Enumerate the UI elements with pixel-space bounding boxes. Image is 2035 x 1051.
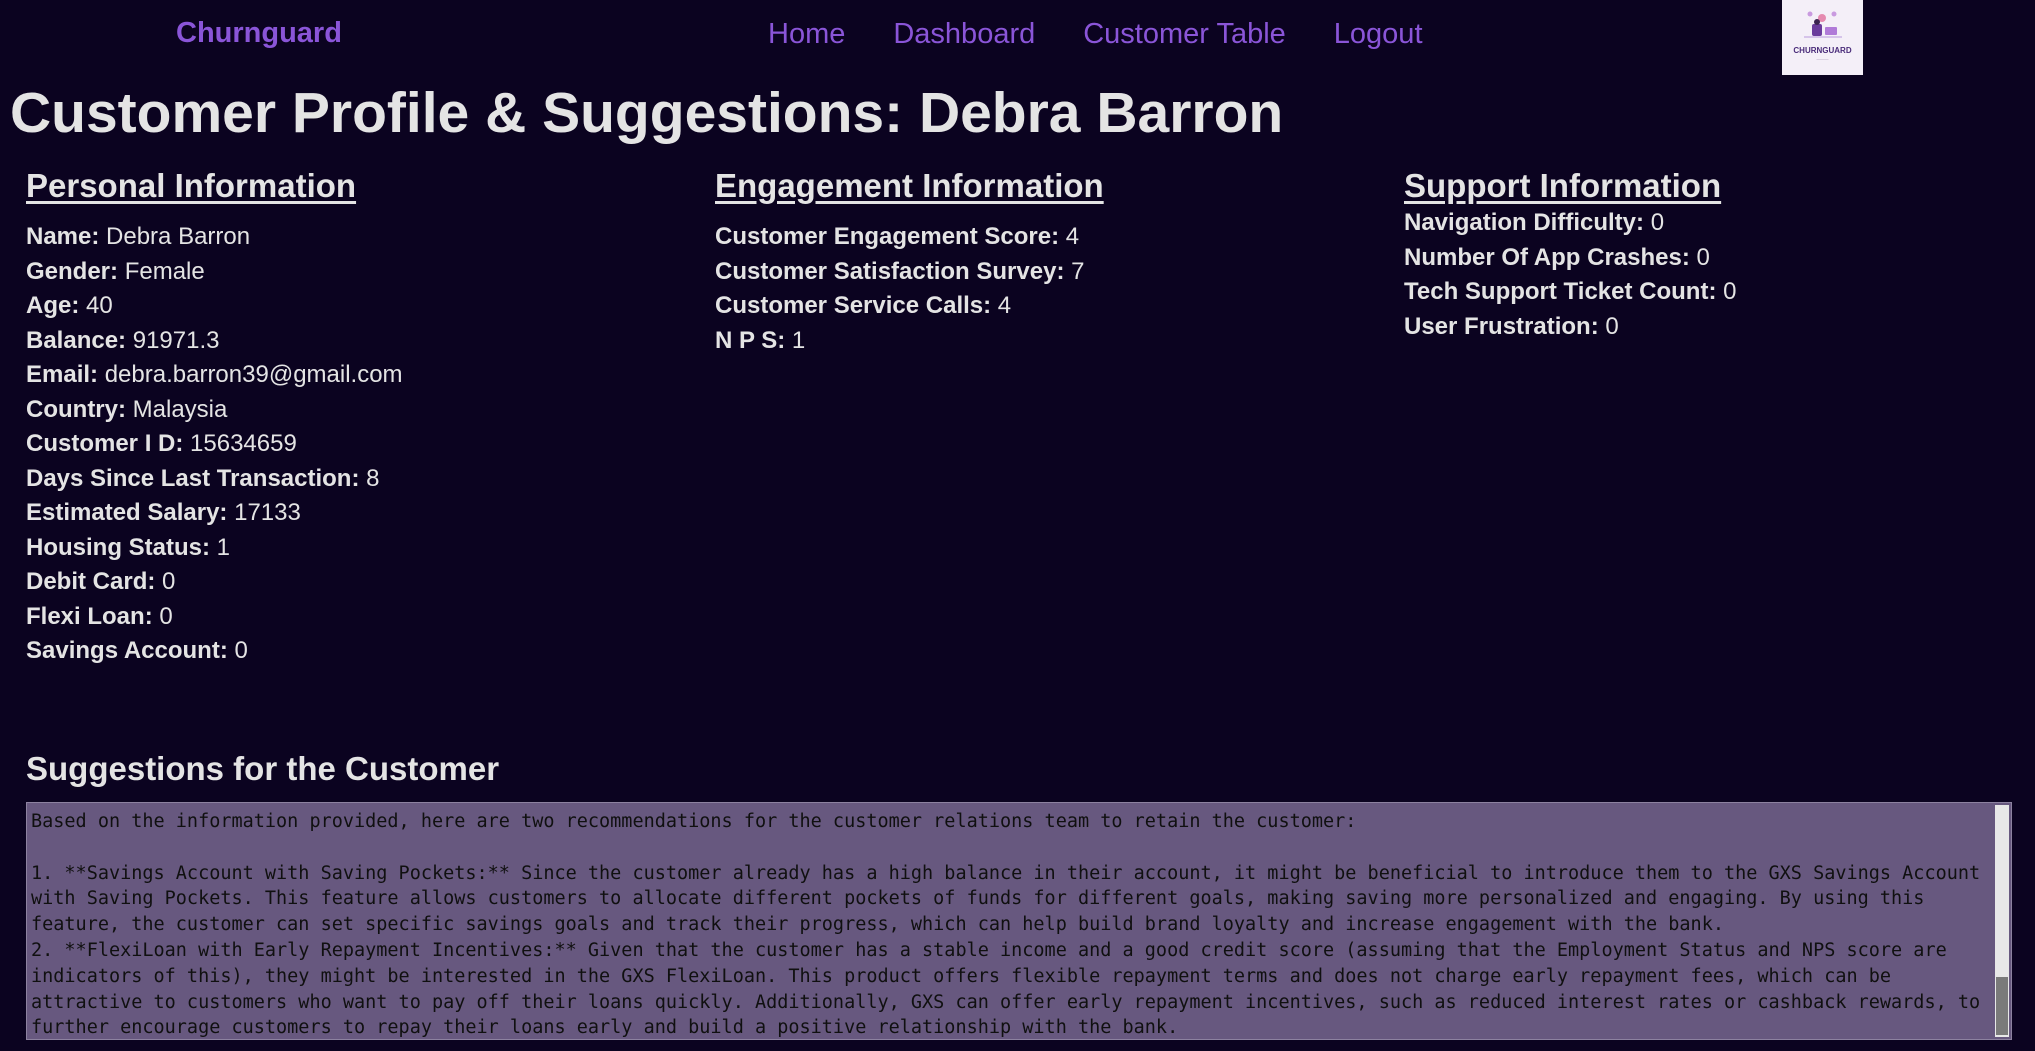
scrollbar-thumb[interactable] [1996,977,2008,1035]
churnguard-logo[interactable]: CHURNGUARD ——— [1782,0,1863,75]
info-label: Gender: [26,257,119,285]
info-value: 0 [1723,278,1737,305]
info-label: Debit Card: [26,568,156,595]
info-label: Number Of App Crashes: [1404,243,1690,271]
info-label: User Frustration: [1404,312,1599,340]
info-value: 4 [1065,223,1080,250]
info-label: Name: [26,223,100,250]
suggestions-heading: Suggestions for the Customer [26,750,500,787]
info-label: Customer Service Calls: [715,292,992,319]
info-row-savings-account: Savings Account: 0 [26,634,686,669]
info-label: Estimated Salary: [26,499,228,526]
info-label: Age: [26,292,80,319]
personal-information-section: Personal Information Name: Debra Barron … [26,164,686,669]
info-label: Navigation Difficulty: [1404,209,1645,236]
info-row-age: Age: 40 [26,289,686,324]
support-information-heading: Support Information [1404,167,1722,204]
info-label: Email: [26,361,99,388]
info-row-navigation-difficulty: Navigation Difficulty: 0 [1404,206,2035,241]
info-value: Female [124,257,205,285]
info-label: Balance: [26,326,127,354]
info-value: 0 [1605,312,1619,340]
logo-subtext-icon: ——— [1816,56,1829,61]
info-row-debit-card: Debit Card: 0 [26,565,686,600]
navbar: Churnguard Home Dashboard Customer Table… [0,0,2035,75]
personal-information-list: Name: Debra Barron Gender: Female Age: 4… [26,220,686,669]
info-row-customer-service-calls: Customer Service Calls: 4 [715,289,1375,324]
info-label: Housing Status: [26,533,210,561]
info-value: 0 [1696,243,1710,271]
info-row-tech-support-ticket-count: Tech Support Ticket Count: 0 [1404,275,2035,310]
info-row-gender: Gender: Female [26,255,686,290]
info-value: 17133 [234,499,301,526]
logo-text: CHURNGUARD [1793,46,1852,55]
info-value: Debra Barron [106,223,251,250]
engagement-information-section: Engagement Information Customer Engageme… [715,164,1375,358]
info-row-flexi-loan: Flexi Loan: 0 [26,600,686,635]
info-value: 8 [366,464,380,492]
info-value: 1 [216,533,231,561]
info-label: Savings Account: [26,637,228,664]
info-row-name: Name: Debra Barron [26,220,686,255]
info-row-days-since-last-transaction: Days Since Last Transaction: 8 [26,462,686,497]
info-label: Customer Engagement Score: [715,223,1060,250]
nav-dashboard-link[interactable]: Dashboard [893,18,1035,51]
info-value: 15634659 [190,430,297,457]
nav-home-link[interactable]: Home [768,18,845,51]
info-label: Flexi Loan: [26,602,153,630]
info-row-number-of-app-crashes: Number Of App Crashes: 0 [1404,241,2035,276]
info-row-customer-id: Customer I D: 15634659 [26,427,686,462]
nav-customer-table-link[interactable]: Customer Table [1083,18,1286,51]
info-value: Malaysia [132,395,228,423]
info-row-country: Country: Malaysia [26,393,686,428]
suggestions-textarea[interactable]: Based on the information provided, here … [26,802,2012,1040]
support-information-list: Navigation Difficulty: 0 Number Of App C… [1404,206,2035,344]
engagement-information-heading: Engagement Information [715,167,1104,204]
info-row-email: Email: debra.barron39@gmail.com [26,358,686,393]
personal-information-heading: Personal Information [26,167,357,204]
support-information-section: Support Information Navigation Difficult… [1404,164,2035,344]
info-value: 7 [1071,257,1085,285]
info-value: 0 [159,602,173,630]
engagement-information-list: Customer Engagement Score: 4 Customer Sa… [715,220,1375,358]
info-label: N P S: [715,326,786,354]
info-row-housing-status: Housing Status: 1 [26,531,686,566]
info-row-user-frustration: User Frustration: 0 [1404,310,2035,345]
info-value: 4 [997,292,1012,319]
info-row-estimated-salary: Estimated Salary: 17133 [26,496,686,531]
brand-link[interactable]: Churnguard [176,17,342,50]
info-value: debra.barron39@gmail.com [104,361,403,388]
info-label: Customer Satisfaction Survey: [715,257,1065,285]
info-value: 1 [791,326,806,354]
info-value: 0 [162,568,176,595]
info-label: Tech Support Ticket Count: [1404,278,1717,305]
suggestions-scrollbar[interactable] [1995,805,2009,1037]
info-value: 0 [234,637,248,664]
info-value: 91971.3 [132,326,220,354]
info-value: 0 [1650,209,1665,236]
info-row-customer-satisfaction-survey: Customer Satisfaction Survey: 7 [715,255,1375,290]
logo-illustration-icon [1804,11,1842,38]
info-value: 40 [86,292,113,319]
info-row-customer-engagement-score: Customer Engagement Score: 4 [715,220,1375,255]
info-label: Country: [26,395,126,423]
info-row-balance: Balance: 91971.3 [26,324,686,359]
page-title: Customer Profile & Suggestions: Debra Ba… [10,81,1284,145]
info-label: Days Since Last Transaction: [26,464,360,492]
nav-links: Home Dashboard Customer Table Logout [768,18,1423,51]
info-row-nps: N P S: 1 [715,324,1375,359]
nav-logout-link[interactable]: Logout [1334,18,1423,51]
suggestions-text[interactable]: Based on the information provided, here … [31,809,2009,1039]
info-label: Customer I D: [26,430,184,457]
